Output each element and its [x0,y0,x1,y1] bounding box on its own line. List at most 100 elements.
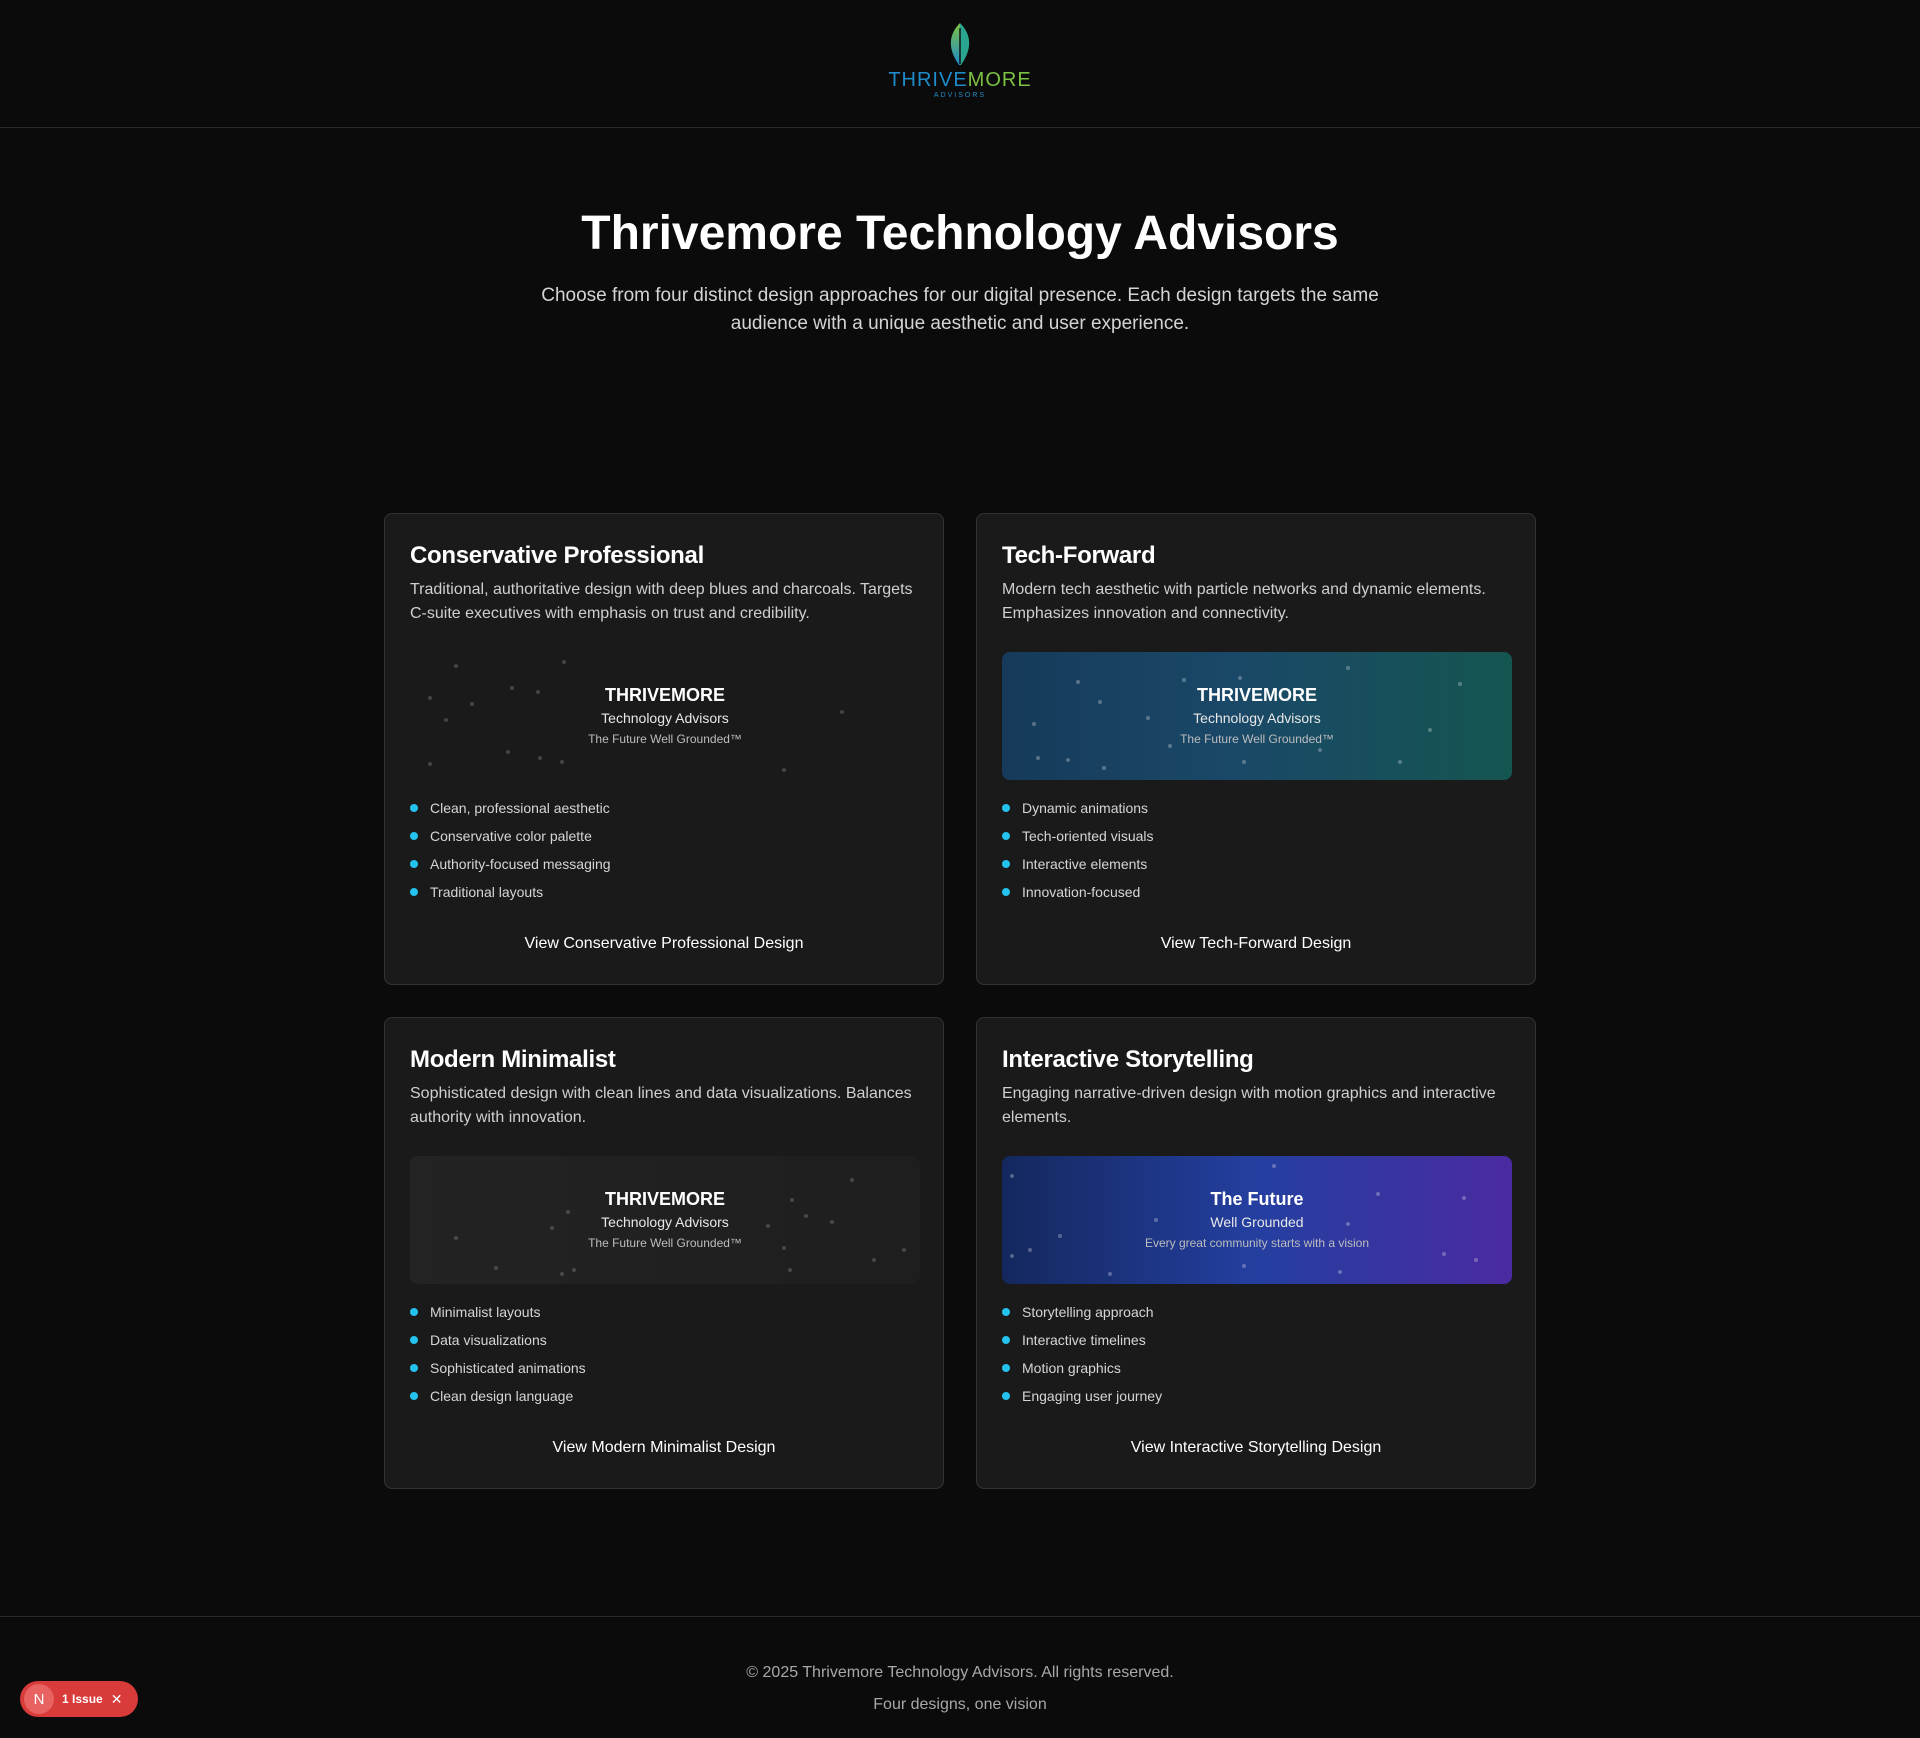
preview-tagline: The Future Well Grounded™ [588,1236,742,1250]
design-preview: THRIVEMORE Technology Advisors The Futur… [410,652,920,780]
view-modern-minimalist-design-link[interactable]: View Modern Minimalist Design [410,1436,918,1460]
view-conservative-design-link[interactable]: View Conservative Professional Design [410,932,918,956]
preview-tagline: The Future Well Grounded™ [588,732,742,746]
bullet-dot [410,860,418,868]
particle-dot [782,1246,786,1250]
feature-label: Traditional layouts [430,884,544,900]
particle-dot [510,686,514,690]
particle-dot [444,718,448,722]
particle-dot [454,1236,458,1240]
particle-dot [830,1220,834,1224]
particle-dot [506,750,510,754]
feature-label: Motion graphics [1022,1360,1121,1376]
card-title: Modern Minimalist [410,1046,616,1073]
feature-label: Innovation-focused [1022,884,1141,900]
design-card-tech-forward: Tech-Forward Modern tech aesthetic with … [976,513,1536,985]
preview-title: THRIVEMORE [604,1189,725,1209]
particle-dot [902,1248,906,1252]
feature-label: Engaging user journey [1022,1388,1163,1404]
particle-dot [1182,678,1186,682]
issues-count-label[interactable]: 1 Issue [62,1692,103,1706]
design-card-modern-minimalist: Modern Minimalist Sophisticated design w… [384,1017,944,1489]
particle-dot [1010,1174,1014,1178]
page-title: Thrivemore Technology Advisors [581,207,1339,260]
feature-label: Tech-oriented visuals [1022,828,1154,844]
design-preview: THRIVEMORE Technology Advisors The Futur… [410,1156,920,1284]
particle-dot [804,1214,808,1218]
nextjs-logo-icon: N [24,1684,54,1714]
particle-dot [470,702,474,706]
particle-dot [562,660,566,664]
particle-dot [766,1224,770,1228]
list-item: Sophisticated animations [410,1354,918,1382]
logo-word-more: MORE [967,69,1032,91]
feature-label: Dynamic animations [1022,800,1149,816]
particle-dot [850,1178,854,1182]
particle-dot [550,1226,554,1230]
view-interactive-storytelling-design-link[interactable]: View Interactive Storytelling Design [1002,1436,1510,1460]
logo-word-thrive: THRIVE [888,69,968,91]
particle-dot [1376,1192,1380,1196]
bullet-dot [1002,1392,1010,1400]
feature-list: Clean, professional aesthetic Conservati… [410,794,918,906]
preview-title: THRIVEMORE [604,685,725,705]
particle-dot [1318,748,1322,752]
leaf-icon [950,23,970,65]
particle-dot [1338,1270,1342,1274]
logo-wordmark[interactable]: THRIVEMORE [888,70,1031,90]
particle-dot [872,1258,876,1262]
particle-dot [1168,744,1172,748]
list-item: Interactive timelines [1002,1326,1510,1354]
particle-dot [1442,1252,1446,1256]
particle-dot [1242,1264,1246,1268]
particle-dot [1458,682,1462,686]
particle-dot [1102,766,1106,770]
preview-title: THRIVEMORE [1196,685,1317,705]
list-item: Innovation-focused [1002,878,1510,906]
list-item: Engaging user journey [1002,1382,1510,1410]
preview-tagline: The Future Well Grounded™ [1180,732,1334,746]
particle-dot [560,760,564,764]
preview-subtitle: Technology Advisors [601,710,729,726]
preview-subtitle: Technology Advisors [1193,710,1321,726]
preview-title: The Future [1210,1189,1304,1209]
particle-dot [1028,1248,1032,1252]
card-title: Tech-Forward [1002,542,1156,569]
logo-subword: ADVISORS [933,92,987,99]
list-item: Dynamic animations [1002,794,1510,822]
footer-tagline: Four designs, one vision [873,1696,1047,1713]
particle-dot [1346,666,1350,670]
site-footer: © 2025 Thrivemore Technology Advisors. A… [0,1616,1920,1738]
bullet-dot [1002,888,1010,896]
close-icon[interactable]: ✕ [111,1691,123,1708]
card-title: Conservative Professional [410,542,704,569]
bullet-dot [410,1308,418,1316]
preview-tagline: Every great community starts with a visi… [1144,1236,1370,1250]
preview-subtitle: Technology Advisors [601,1214,729,1230]
card-description: Engaging narrative-driven design with mo… [1002,1085,1496,1126]
particle-dot [1346,1222,1350,1226]
particle-dot [788,1268,792,1272]
bullet-dot [410,1364,418,1372]
particle-dot [1242,760,1246,764]
feature-label: Clean design language [430,1388,574,1404]
site-header: THRIVEMORE ADVISORS [0,0,1920,128]
particle-dot [428,762,432,766]
issues-badge-button[interactable]: N 1 Issue ✕ [20,1681,138,1717]
particle-dot [1058,1234,1062,1238]
bullet-dot [410,832,418,840]
particle-dot [790,1198,794,1202]
particle-dot [782,768,786,772]
feature-label: Conservative color palette [430,828,592,844]
particle-dot [1032,722,1036,726]
list-item: Motion graphics [1002,1354,1510,1382]
particle-dot [1428,728,1432,732]
feature-label: Authority-focused messaging [430,856,611,872]
view-tech-forward-design-link[interactable]: View Tech-Forward Design [1002,932,1510,956]
list-item: Interactive elements [1002,850,1510,878]
list-item: Minimalist layouts [410,1298,918,1326]
design-preview: The Future Well Grounded Every great com… [1002,1156,1512,1284]
particle-dot [840,710,844,714]
particle-dot [1146,716,1150,720]
bullet-dot [1002,832,1010,840]
